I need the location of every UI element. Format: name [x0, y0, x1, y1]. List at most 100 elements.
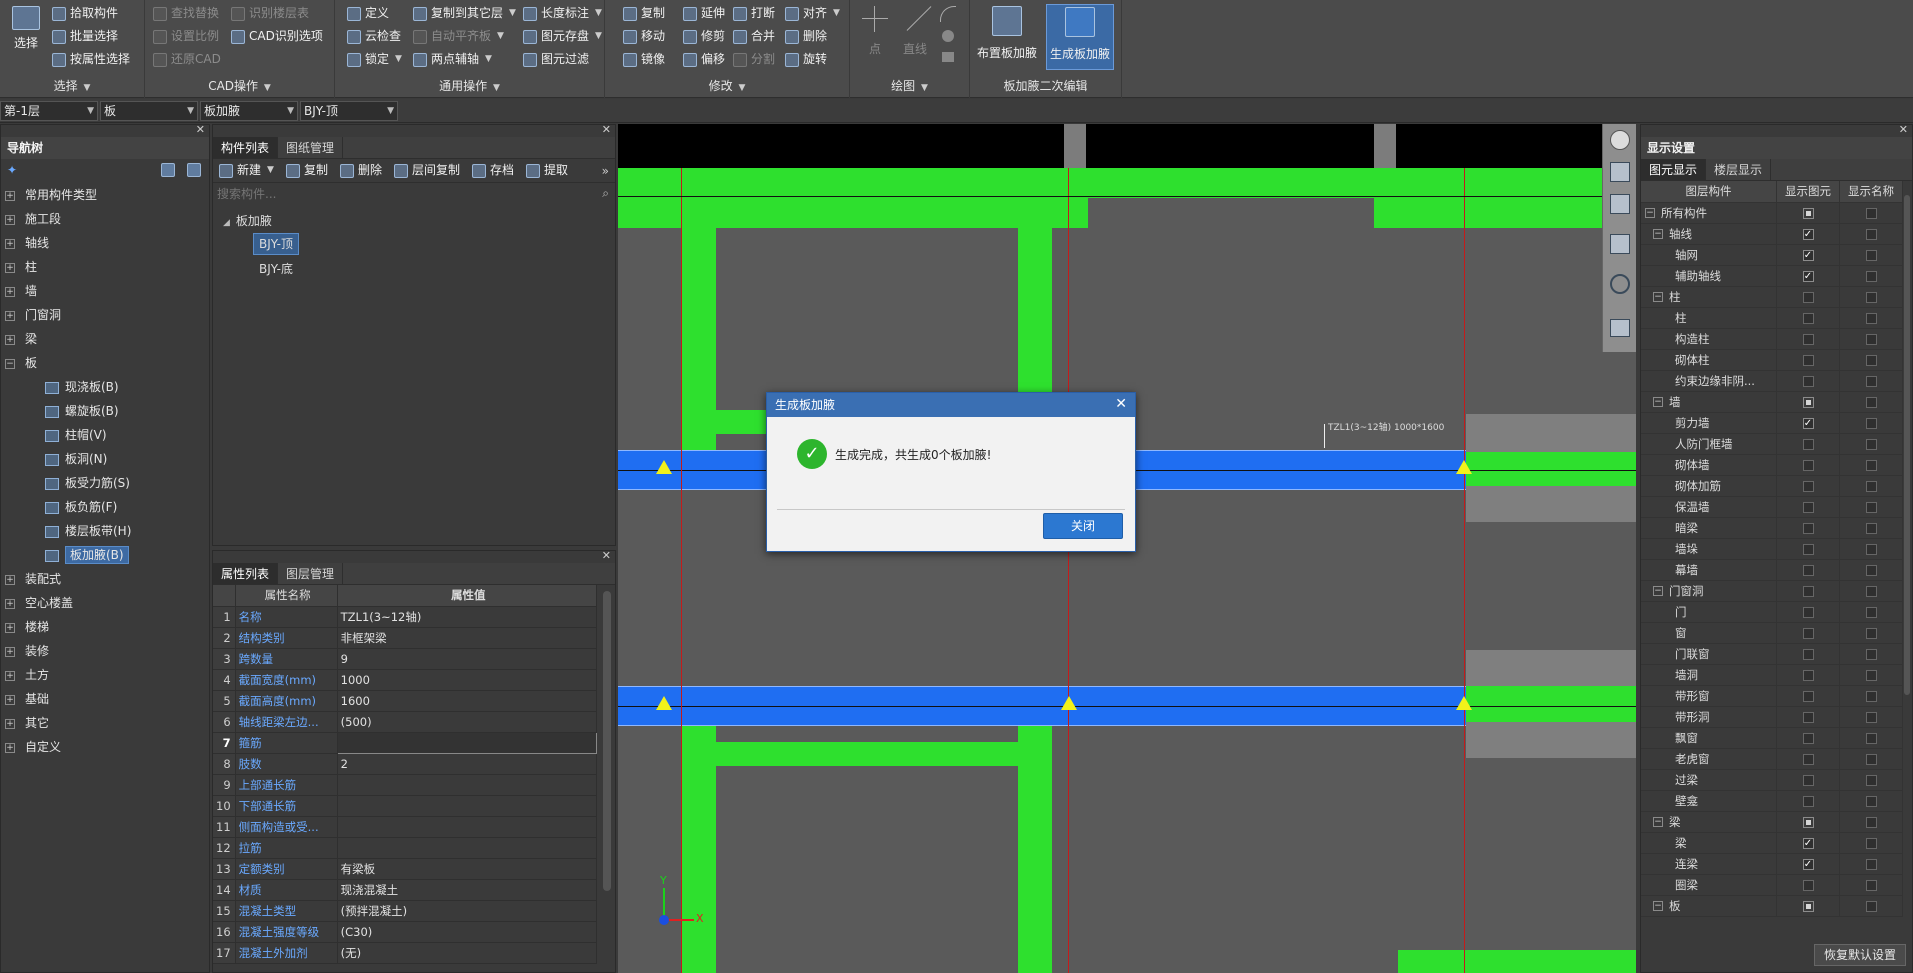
checkbox[interactable]: ✓ — [1802, 837, 1814, 849]
line-button[interactable]: 直线 — [900, 6, 932, 57]
find-replace-button[interactable]: 查找替换 — [153, 3, 219, 24]
delete-button[interactable]: 删除 — [785, 26, 827, 47]
checkbox[interactable] — [1865, 711, 1877, 723]
checkbox[interactable] — [1865, 732, 1877, 744]
grip-triangle[interactable] — [1061, 696, 1077, 710]
batch-select-button[interactable]: 批量选择 — [52, 26, 118, 47]
checkbox[interactable] — [1865, 879, 1877, 891]
checkbox[interactable] — [1865, 291, 1877, 303]
sphere-view-icon[interactable] — [1610, 130, 1630, 150]
category-select[interactable]: 板 ▼ — [100, 101, 198, 121]
close-icon[interactable]: ✕ — [1899, 123, 1908, 136]
checkbox[interactable] — [1865, 690, 1877, 702]
nav-subitem[interactable]: 楼层板带(H) — [1, 519, 131, 543]
nav-subitem[interactable]: 板加腋(B) — [1, 543, 129, 567]
grip-triangle[interactable] — [656, 460, 672, 474]
property-value[interactable]: 1600 — [337, 690, 598, 712]
collapse-icon[interactable]: ◢ — [223, 218, 230, 228]
property-value[interactable] — [337, 774, 598, 796]
reset-default-button[interactable]: 恢复默认设置 — [1814, 944, 1906, 966]
nav-item[interactable]: + 轴线 — [1, 231, 49, 255]
ribbon-group-title[interactable]: 通用操作 ▼ — [335, 77, 604, 94]
nav-subitem[interactable]: 板洞(N) — [1, 447, 107, 471]
mirror-button[interactable]: 镜像 — [623, 49, 665, 70]
nav-subitem[interactable]: 现浇板(B) — [1, 375, 119, 399]
property-row[interactable]: 14 材质 现浇混凝土 — [213, 879, 598, 901]
split-button[interactable]: 分割 — [733, 49, 775, 70]
checkbox[interactable] — [1802, 564, 1814, 576]
lock-button[interactable]: 锁定 ▼ — [347, 49, 402, 70]
rotate-view-icon[interactable] — [1610, 274, 1630, 294]
property-value[interactable] — [336, 731, 598, 754]
nav-subitem[interactable]: 螺旋板(B) — [1, 399, 119, 423]
nav-subitem[interactable]: 板受力筋(S) — [1, 471, 130, 495]
collapse-icon[interactable]: − — [1653, 901, 1663, 911]
checkbox[interactable] — [1865, 900, 1877, 912]
checkbox[interactable] — [1865, 648, 1877, 660]
expand-icon[interactable]: + — [5, 694, 15, 705]
checkbox[interactable] — [1865, 606, 1877, 618]
nav-item[interactable]: + 基础 — [1, 687, 49, 711]
floor-copy-button[interactable]: 层间复制 — [393, 160, 460, 181]
tree-item-bjy-top[interactable]: BJY-顶 — [253, 233, 615, 257]
property-value[interactable]: TZL1(3~12轴) — [337, 606, 598, 628]
property-value[interactable]: (预拌混凝土) — [337, 900, 598, 922]
checkbox[interactable] — [1865, 627, 1877, 639]
checkbox[interactable] — [1802, 711, 1814, 723]
checkbox[interactable] — [1865, 249, 1877, 261]
set-scale-button[interactable]: 设置比例 — [153, 26, 219, 47]
detail-view-icon[interactable] — [187, 163, 201, 177]
rotate-button[interactable]: 旋转 — [785, 49, 827, 70]
identify-floor-table-button[interactable]: 识别楼层表 — [231, 3, 309, 24]
collapse-icon[interactable]: − — [5, 358, 15, 369]
checkbox[interactable]: ✓ — [1802, 270, 1814, 282]
expand-icon[interactable]: + — [5, 622, 15, 633]
checkbox[interactable] — [1802, 648, 1814, 660]
offset-button[interactable]: 偏移 — [683, 49, 725, 70]
grip-triangle[interactable] — [1456, 696, 1472, 710]
property-row[interactable]: 8 肢数 2 — [213, 753, 598, 775]
checkbox[interactable] — [1865, 543, 1877, 555]
merge-button[interactable]: 合并 — [733, 26, 775, 47]
property-value[interactable]: (C30) — [337, 921, 598, 943]
tab-element-display[interactable]: 图元显示 — [1641, 159, 1707, 180]
checkbox[interactable] — [1802, 732, 1814, 744]
cloud-check-button[interactable]: 云检查 — [347, 26, 401, 47]
select-button[interactable]: 选择 — [6, 2, 46, 51]
auto-flush-slab-button[interactable]: 自动平齐板 ▼ — [413, 26, 504, 47]
expand-icon[interactable]: + — [5, 286, 15, 297]
circle-icon[interactable] — [942, 30, 954, 42]
nav-item[interactable]: + 装配式 — [1, 567, 61, 591]
align-button[interactable]: 对齐 ▼ — [785, 3, 840, 24]
tab-floor-display[interactable]: 楼层显示 — [1706, 159, 1772, 180]
checkbox[interactable] — [1865, 585, 1877, 597]
layer-grid-icon[interactable] — [1610, 319, 1630, 337]
property-value[interactable]: 1000 — [337, 669, 598, 691]
expand-icon[interactable]: + — [5, 310, 15, 321]
property-row[interactable]: 16 混凝土强度等级 (C30) — [213, 921, 598, 943]
checkbox[interactable] — [1865, 480, 1877, 492]
copy-component-button[interactable]: 复制 — [285, 160, 328, 181]
property-value[interactable]: 现浇混凝土 — [337, 879, 598, 901]
ribbon-group-title[interactable]: 选择 ▼ — [0, 77, 144, 94]
property-row[interactable]: 10 下部通长筋 — [213, 795, 598, 817]
length-dimension-button[interactable]: 长度标注 ▼ — [523, 3, 602, 24]
checkbox[interactable] — [1865, 375, 1877, 387]
new-button[interactable]: 新建 ▼ — [219, 160, 274, 181]
expand-icon[interactable]: + — [5, 646, 15, 657]
property-row[interactable]: 4 截面宽度(mm) 1000 — [213, 669, 598, 691]
nav-subitem[interactable]: 板负筋(F) — [1, 495, 117, 519]
checkbox[interactable] — [1865, 858, 1877, 870]
checkbox[interactable] — [1802, 753, 1814, 765]
expand-icon[interactable]: + — [5, 670, 15, 681]
property-row[interactable]: 1 名称 TZL1(3~12轴) — [213, 606, 598, 628]
close-icon[interactable]: ✕ — [602, 123, 611, 136]
property-value[interactable]: 2 — [337, 753, 598, 775]
checkbox[interactable] — [1802, 480, 1814, 492]
property-row[interactable]: 11 侧面构造或受... — [213, 816, 598, 838]
delete-component-button[interactable]: 删除 — [339, 160, 382, 181]
property-row[interactable]: 17 混凝土外加剂 (无) — [213, 942, 598, 964]
cad-options-button[interactable]: CAD识别选项 — [231, 26, 323, 47]
dialog-close-button[interactable]: 关闭 — [1043, 513, 1123, 539]
extend-button[interactable]: 延伸 — [683, 3, 725, 24]
